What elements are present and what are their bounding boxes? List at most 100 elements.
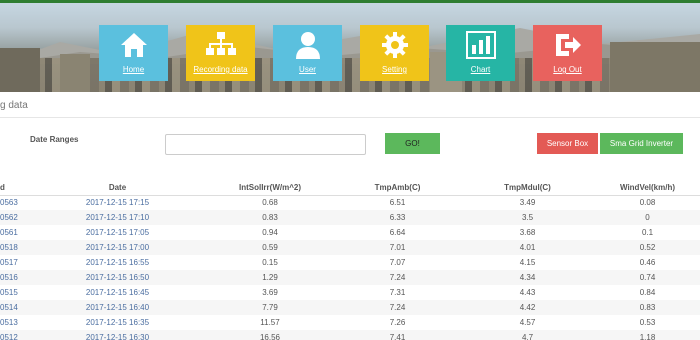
table-row: 0513 2017-12-15 16:35 11.57 7.26 4.57 0.53 bbox=[0, 315, 700, 330]
sensor-box-button[interactable]: Sensor Box bbox=[537, 133, 598, 154]
cell-windvel: 0.74 bbox=[595, 270, 700, 285]
sitemap-icon bbox=[186, 31, 255, 61]
table-row: 0561 2017-12-15 17:05 0.94 6.64 3.68 0.1 bbox=[0, 225, 700, 240]
cell-id[interactable]: 0563 bbox=[0, 195, 30, 210]
table-row: 0514 2017-12-15 16:40 7.79 7.24 4.42 0.83 bbox=[0, 300, 700, 315]
table-row: 0512 2017-12-15 16:30 16.56 7.41 4.7 1.18 bbox=[0, 330, 700, 340]
go-button[interactable]: GO! bbox=[385, 133, 440, 154]
cell-tmpamb: 7.24 bbox=[335, 300, 460, 315]
sma-grid-inverter-button[interactable]: Sma Grid Inverter bbox=[600, 133, 683, 154]
column-header-windvel[interactable]: WindVel(km/h) bbox=[595, 180, 700, 196]
table-header-row: d Date IntSolIrr(W/m^2) TmpAmb(C) TmpMdu… bbox=[0, 180, 700, 196]
cell-id[interactable]: 0513 bbox=[0, 315, 30, 330]
cell-tmpmdul: 3.49 bbox=[519, 198, 536, 208]
data-table: d Date IntSolIrr(W/m^2) TmpAmb(C) TmpMdu… bbox=[0, 180, 700, 340]
nav-tile-setting[interactable]: Setting bbox=[360, 25, 429, 81]
cell-id[interactable]: 0518 bbox=[0, 240, 30, 255]
cell-date[interactable]: 2017-12-15 16:50 bbox=[30, 270, 205, 285]
cell-intsolirr: 7.79 bbox=[205, 300, 335, 315]
nav-tile-user[interactable]: User bbox=[273, 25, 342, 81]
cell-tmpmdul: 4.7 bbox=[460, 330, 595, 340]
divider bbox=[0, 117, 700, 118]
cell-date[interactable]: 2017-12-15 17:10 bbox=[30, 210, 205, 225]
cell-tmpmdul: 4.34 bbox=[460, 270, 595, 285]
cell-id[interactable]: 0515 bbox=[0, 285, 30, 300]
nav-tile-label: Setting bbox=[382, 65, 407, 74]
column-header-id[interactable]: d bbox=[0, 180, 30, 196]
column-header-tmpamb[interactable]: TmpAmb(C) bbox=[335, 180, 460, 196]
gear-icon bbox=[360, 31, 429, 61]
cell-windvel: 0.52 bbox=[595, 240, 700, 255]
cell-date[interactable]: 2017-12-15 16:40 bbox=[30, 300, 205, 315]
table-row: 0516 2017-12-15 16:50 1.29 7.24 4.34 0.74 bbox=[0, 270, 700, 285]
table-row: 0518 2017-12-15 17:00 0.59 7.01 4.01 0.52 bbox=[0, 240, 700, 255]
cell-tmpamb: 7.26 bbox=[389, 318, 406, 327]
cell-date[interactable]: 2017-12-15 16:30 bbox=[30, 330, 205, 340]
cell-tmpamb: 7.24 bbox=[335, 270, 460, 285]
cell-date[interactable]: 2017-12-15 17:05 bbox=[30, 225, 205, 240]
page-title: g data bbox=[0, 100, 28, 111]
cell-intsolirr: 0.68 bbox=[262, 198, 278, 208]
cell-id[interactable]: 0562 bbox=[0, 210, 30, 225]
cell-tmpmdul: 4.15 bbox=[519, 258, 536, 267]
cell-windvel: 0.53 bbox=[639, 318, 656, 327]
nav-tile-recording-data[interactable]: Recording data bbox=[186, 25, 255, 81]
cell-windvel: 0.46 bbox=[639, 258, 656, 267]
logout-icon bbox=[533, 31, 602, 61]
column-header-intsolirr[interactable]: IntSolIrr(W/m^2) bbox=[205, 180, 335, 196]
cell-date[interactable]: 2017-12-15 16:35 bbox=[30, 315, 205, 330]
nav-tile-chart[interactable]: Chart bbox=[446, 25, 515, 81]
cell-windvel: 0.83 bbox=[595, 300, 700, 315]
cell-intsolirr: 0.15 bbox=[262, 258, 278, 267]
cell-tmpamb: 6.33 bbox=[335, 210, 460, 225]
nav-tile-label: User bbox=[299, 65, 316, 74]
cell-windvel: 0.1 bbox=[641, 228, 654, 237]
cell-tmpamb: 7.01 bbox=[335, 240, 460, 255]
cell-intsolirr: 11.57 bbox=[260, 318, 280, 327]
cell-intsolirr: 16.56 bbox=[205, 330, 335, 340]
cell-id[interactable]: 0516 bbox=[0, 270, 30, 285]
cell-tmpmdul: 3.5 bbox=[460, 210, 595, 225]
cell-id[interactable]: 0514 bbox=[0, 300, 30, 315]
home-icon bbox=[99, 31, 168, 61]
table-row: 0563 2017-12-15 17:15 0.68 6.51 3.49 0.08 bbox=[0, 195, 700, 210]
date-range-input[interactable] bbox=[165, 134, 366, 155]
cell-windvel: 1.18 bbox=[595, 330, 700, 340]
cell-intsolirr: 0.94 bbox=[262, 228, 278, 237]
header-banner: Home Recording data User Setting Chart L… bbox=[0, 0, 700, 92]
cell-tmpamb: 7.31 bbox=[389, 288, 406, 297]
cell-tmpmdul: 4.43 bbox=[519, 288, 536, 297]
cell-date[interactable]: 2017-12-15 17:00 bbox=[30, 240, 205, 255]
nav-tile-label: Log Out bbox=[553, 65, 582, 74]
cell-date[interactable]: 2017-12-15 16:55 bbox=[30, 255, 205, 270]
cell-windvel: 0 bbox=[595, 210, 700, 225]
cell-id[interactable]: 0561 bbox=[0, 225, 30, 240]
building bbox=[610, 42, 700, 92]
table-row: 0515 2017-12-15 16:45 3.69 7.31 4.43 0.84 bbox=[0, 285, 700, 300]
column-header-tmpmdul[interactable]: TmpMdul(C) bbox=[460, 180, 595, 196]
table-row: 0562 2017-12-15 17:10 0.83 6.33 3.5 0 bbox=[0, 210, 700, 225]
cell-intsolirr: 0.59 bbox=[205, 240, 335, 255]
cell-id[interactable]: 0517 bbox=[0, 255, 30, 270]
nav-tile-logout[interactable]: Log Out bbox=[533, 25, 602, 81]
cell-date[interactable]: 2017-12-15 17:15 bbox=[30, 195, 205, 210]
nav-tile-label: Recording data bbox=[193, 65, 248, 74]
user-icon bbox=[273, 31, 342, 61]
top-accent-line bbox=[0, 0, 700, 3]
cell-tmpmdul: 4.42 bbox=[460, 300, 595, 315]
cell-intsolirr: 0.83 bbox=[205, 210, 335, 225]
table-row: 0517 2017-12-15 16:55 0.15 7.07 4.15 0.46 bbox=[0, 255, 700, 270]
cell-tmpmdul: 4.01 bbox=[460, 240, 595, 255]
cell-date[interactable]: 2017-12-15 16:45 bbox=[30, 285, 205, 300]
nav-tile-label: Home bbox=[122, 65, 145, 74]
column-header-date[interactable]: Date bbox=[30, 180, 205, 196]
cell-id[interactable]: 0512 bbox=[0, 330, 30, 340]
cell-intsolirr: 3.69 bbox=[262, 288, 278, 297]
cell-tmpmdul: 3.68 bbox=[519, 228, 536, 237]
building bbox=[0, 48, 40, 92]
nav-tile-home[interactable]: Home bbox=[99, 25, 168, 81]
bar-chart-icon bbox=[446, 31, 515, 61]
nav-tile-label: Chart bbox=[470, 65, 491, 74]
cell-tmpamb: 7.07 bbox=[389, 258, 406, 267]
cell-windvel: 0.08 bbox=[639, 198, 656, 208]
